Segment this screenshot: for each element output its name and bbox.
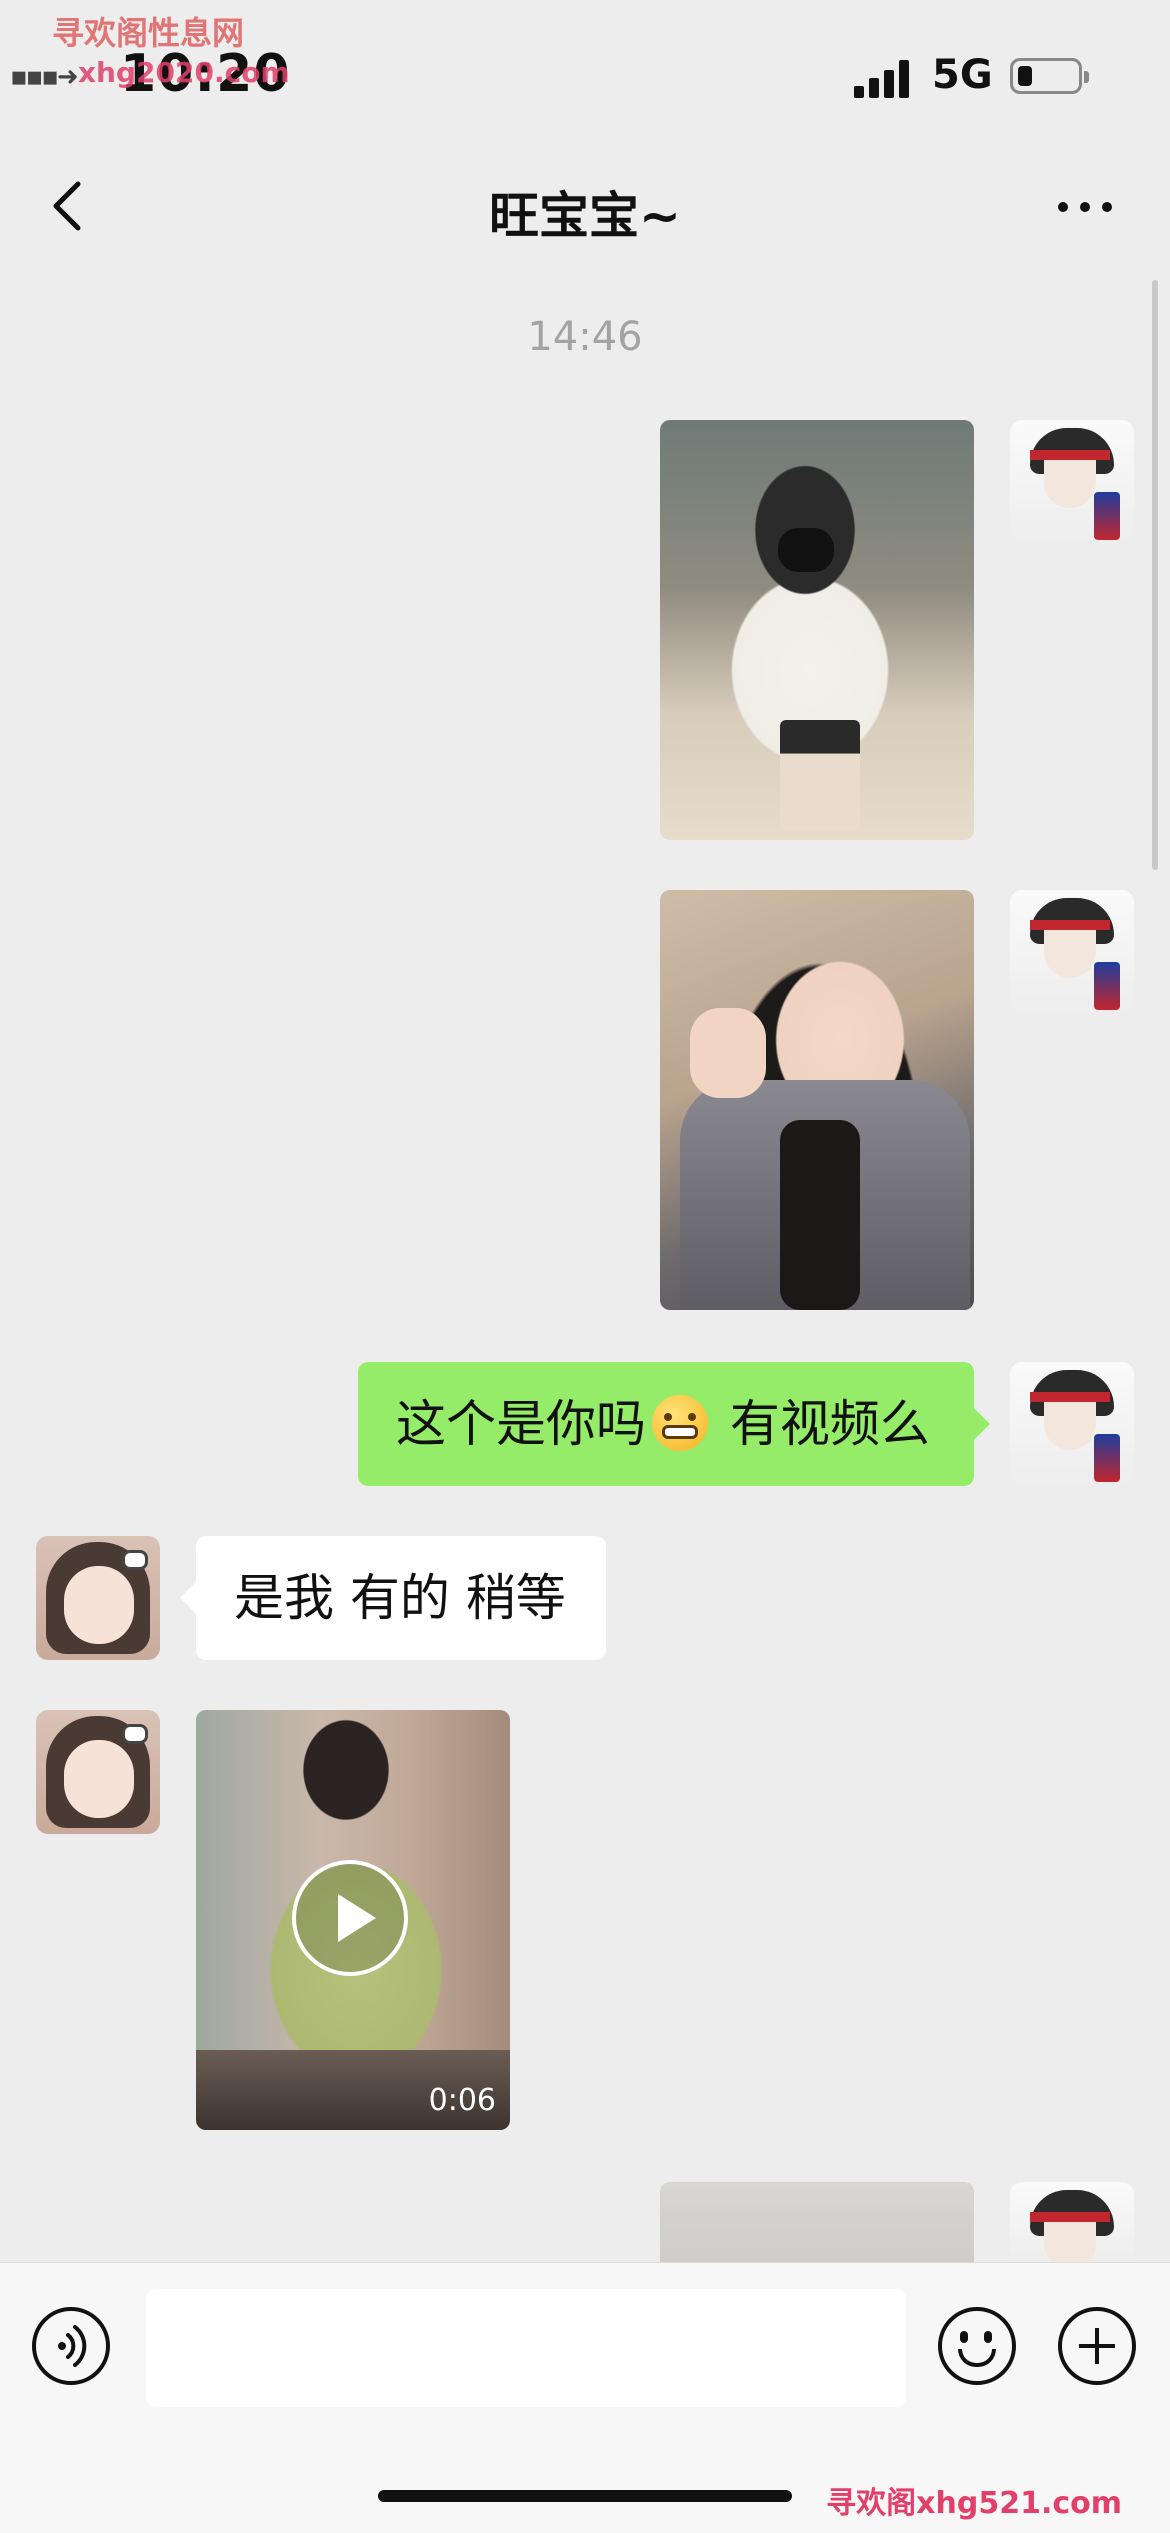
my-text-message[interactable]: 这个是你吗 有视频么 [358, 1362, 990, 1486]
battery-level [1018, 66, 1032, 86]
nav-bar: 旺宝宝~ [0, 150, 1170, 260]
more-button[interactable] [1050, 186, 1120, 226]
battery-icon [1010, 58, 1089, 94]
plus-button[interactable] [1058, 2307, 1136, 2385]
my-avatar[interactable] [1010, 890, 1134, 1014]
play-icon[interactable] [292, 1860, 408, 1976]
grimacing-face-icon [652, 1395, 708, 1451]
watermark-url: xhg2020.com [78, 56, 290, 89]
voice-button[interactable] [32, 2307, 110, 2385]
arrow-icon: ▪▪▪➜ [10, 62, 79, 92]
emoji-button[interactable] [938, 2307, 1016, 2385]
contact-text-message[interactable]: 是我 有的 稍等 [180, 1536, 606, 1660]
message-text: 有视频么 [714, 1395, 930, 1453]
message-text: 这个是你吗 [396, 1395, 646, 1453]
network-type: 5G [932, 52, 993, 98]
status-bar: 寻欢阁性息网 ▪▪▪➜ 10:20 xhg2020.com 5G [0, 0, 1170, 140]
my-avatar[interactable] [1010, 2182, 1134, 2262]
contact-avatar[interactable] [36, 1710, 160, 1834]
more-dots-icon [1058, 202, 1068, 212]
my-avatar[interactable] [1010, 1362, 1134, 1486]
home-indicator[interactable] [378, 2490, 792, 2502]
chat-title: 旺宝宝~ [489, 187, 681, 245]
video-duration: 0:06 [428, 2083, 496, 2118]
image-message[interactable] [660, 2182, 974, 2262]
message-input[interactable] [146, 2289, 906, 2407]
image-message[interactable] [660, 890, 974, 1310]
video-message[interactable]: 0:06 [196, 1710, 510, 2130]
image-message[interactable] [660, 420, 974, 840]
chat-timestamp: 14:46 [527, 314, 643, 360]
scroll-indicator[interactable] [1152, 280, 1158, 870]
message-text: 是我 有的 稍等 [234, 1569, 566, 1627]
my-avatar[interactable] [1010, 420, 1134, 544]
voice-icon [58, 2325, 87, 2367]
watermark-bottom: 寻欢阁xhg521.com [826, 2486, 1122, 2521]
contact-avatar[interactable] [36, 1536, 160, 1660]
signal-icon [854, 58, 914, 98]
